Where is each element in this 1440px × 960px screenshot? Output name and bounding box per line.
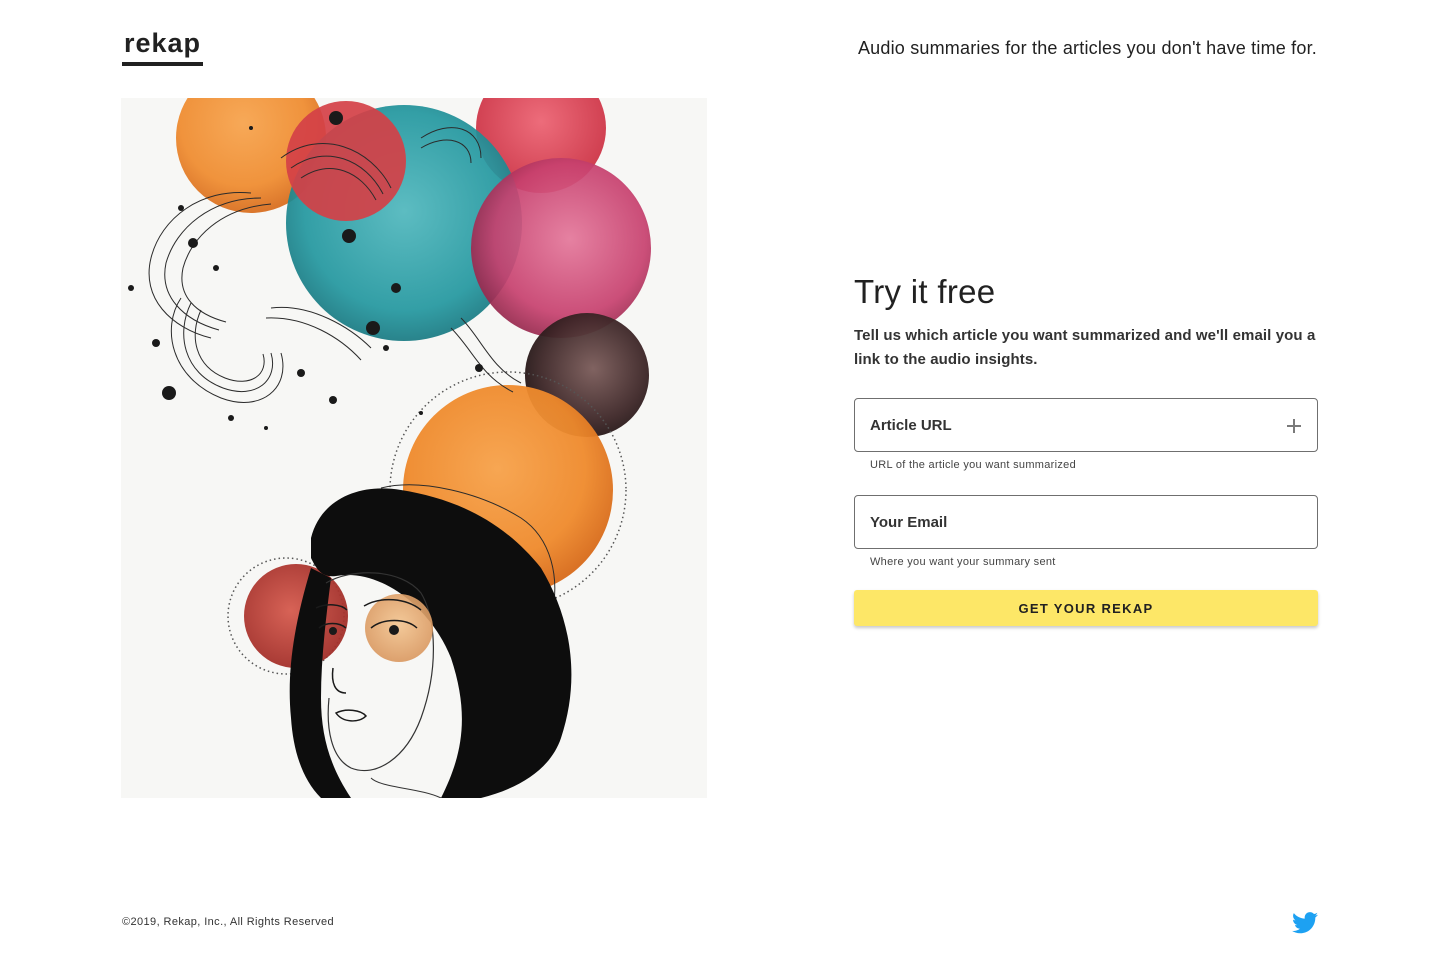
tagline: Audio summaries for the articles you don… — [857, 38, 1317, 58]
hero-illustration — [121, 98, 707, 798]
get-rekap-button[interactable]: GET YOUR REKAP — [854, 590, 1318, 626]
form-title: Try it free — [854, 273, 996, 310]
article-url-helper: URL of the article you want summarized — [870, 459, 1077, 471]
page: rekap Audio summaries for the articles y… — [0, 0, 1440, 960]
copyright-text: ©2019, Rekap, Inc., All Rights Reserved — [122, 916, 335, 928]
email-field: Where you want your summary sent — [854, 495, 1318, 568]
article-url-box — [854, 398, 1318, 452]
signup-form: Try it free Tell us which article you wa… — [854, 270, 1318, 626]
email-input[interactable] — [855, 496, 1317, 548]
article-url-input[interactable] — [855, 399, 1317, 451]
logo[interactable]: rekap — [122, 26, 204, 66]
plus-icon[interactable] — [1287, 419, 1301, 433]
article-url-field: URL of the article you want summarized — [854, 398, 1318, 471]
email-helper: Where you want your summary sent — [870, 556, 1056, 568]
twitter-icon[interactable] — [1292, 912, 1318, 934]
email-box — [854, 495, 1318, 549]
form-description: Tell us which article you want summarize… — [854, 327, 1316, 368]
